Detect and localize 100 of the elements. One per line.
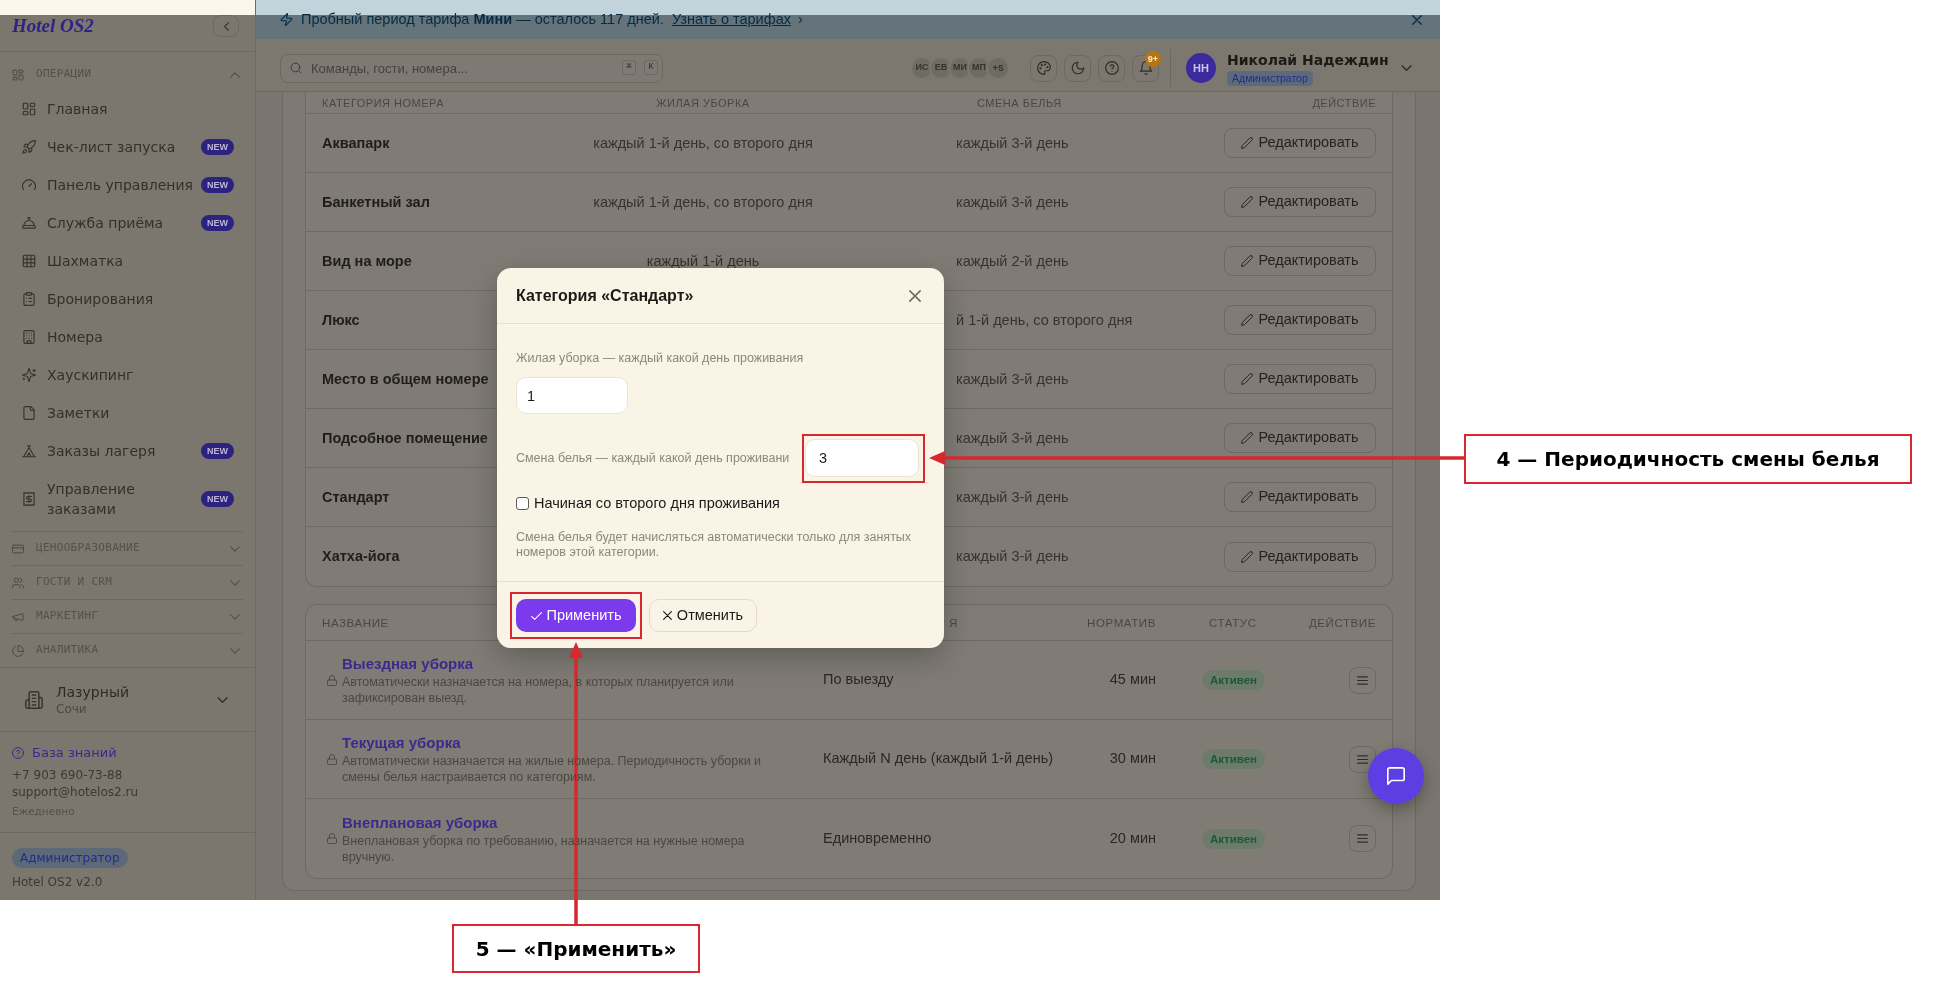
sidebar-item[interactable]: Чек-лист запуска	[22, 137, 195, 157]
table-cell: каждый 1-й день	[646, 253, 760, 269]
close-button[interactable]	[908, 289, 921, 302]
edit-button[interactable]: Редактировать	[1224, 364, 1376, 394]
hotel-building-icon	[25, 690, 43, 709]
support-phone: +7 903 690-73-88	[12, 767, 123, 784]
apply-button[interactable]: Применить	[516, 599, 636, 632]
user-role-badge: Администратор	[1227, 70, 1313, 86]
table-cell: каждый 3-й день	[956, 193, 1069, 211]
callout-label: 4 — Периодичность смены белья	[1464, 434, 1912, 484]
clipboard-icon	[22, 292, 36, 306]
dialog-title: Категория «Стандарт»	[516, 285, 694, 306]
table-cell: каждый 3-й день	[956, 548, 1069, 565]
status-badge: Активен	[1202, 828, 1266, 849]
dashboard-grid-icon	[12, 68, 24, 81]
user-menu-button[interactable]	[1400, 62, 1412, 74]
sidebar-item[interactable]: Главная	[22, 99, 234, 119]
close-icon	[662, 611, 672, 620]
row-menu-button[interactable]	[1349, 825, 1376, 852]
dark-mode-button[interactable]	[1064, 54, 1091, 82]
help-button[interactable]	[1098, 54, 1125, 82]
sidebar-item[interactable]: Шахматка	[22, 251, 234, 271]
table-cell: Вид на море	[322, 252, 412, 270]
knowledge-base-link[interactable]: База знаний	[12, 744, 117, 762]
sidebar-item[interactable]: Бронирования	[22, 289, 234, 309]
cleaning-type-name[interactable]: Внеплановая уборка	[342, 812, 498, 833]
rocket-icon	[22, 140, 36, 154]
notification-badge: 9+	[1145, 50, 1161, 67]
new-badge: NEW	[201, 491, 234, 507]
notifications-button[interactable]: 9+	[1132, 54, 1159, 82]
users-icon	[12, 576, 24, 589]
gauge-icon	[22, 178, 36, 192]
cleaning-type-name[interactable]: Выездная уборка	[342, 654, 474, 674]
sidebar-item[interactable]: Номера	[22, 327, 234, 347]
table-cell: каждый 3-й день	[956, 370, 1069, 388]
sidebar-item[interactable]: Заказы лагеря	[22, 441, 195, 461]
row-menu-button[interactable]	[1349, 666, 1376, 694]
sidebar-item[interactable]: Служба приёма	[22, 213, 195, 233]
field-label: Жилая уборка — каждый какой день проживания	[516, 351, 804, 366]
collapse-sidebar-button[interactable]	[213, 15, 239, 37]
chevron-left-icon	[223, 21, 229, 31]
sidebar-item[interactable]: Панель управления	[22, 175, 195, 195]
pencil-icon	[1241, 314, 1254, 326]
edit-button[interactable]: Редактировать	[1224, 482, 1376, 512]
field-label: Смена белья — каждый какой день проживани	[516, 450, 790, 466]
edit-button[interactable]: Редактировать	[1224, 541, 1376, 572]
table-cell: каждый 3-й день	[956, 429, 1069, 447]
edit-button[interactable]: Редактировать	[1224, 305, 1376, 335]
checkbox-label[interactable]: Начиная со второго дня проживания	[534, 495, 780, 512]
user-name: Николай Надеждин	[1227, 50, 1389, 69]
table-cell: Место в общем номере	[322, 370, 489, 388]
megaphone-icon	[12, 610, 24, 623]
new-badge: NEW	[201, 443, 234, 459]
sidebar-item[interactable]: Управление заказами	[22, 479, 195, 519]
app-logo: Hotel OS2	[12, 15, 94, 37]
grid-table-icon	[22, 254, 36, 268]
table-cell-text: Каждый N день (каждый 1-й день)	[823, 749, 1054, 769]
menu-icon	[1357, 754, 1368, 764]
help-text: Смена белья будет начисляться автоматически только для занятых номеров этой категории.	[516, 530, 913, 560]
service-bell-icon	[22, 216, 36, 230]
edit-button[interactable]: Редактировать	[1224, 246, 1376, 276]
table-cell-text: По выезду	[823, 670, 894, 690]
pencil-icon	[1241, 137, 1254, 149]
table-cell: каждый 3-й день	[956, 488, 1069, 506]
hotel-name: Лазурный	[56, 682, 130, 701]
cancel-button[interactable]: Отменить	[649, 599, 757, 632]
building-icon	[22, 330, 36, 344]
pencil-icon	[1241, 432, 1254, 444]
help-circle-icon	[1104, 61, 1119, 75]
table-cell: Аквапарк	[322, 134, 390, 152]
table-cell-text: 30 мин	[1109, 749, 1156, 769]
number-input[interactable]: 3	[805, 439, 919, 477]
edit-button[interactable]: Редактировать	[1224, 423, 1376, 453]
table-cell-text: 45 мин	[1109, 670, 1156, 690]
pie-chart-icon	[12, 644, 24, 657]
theme-palette-button[interactable]	[1030, 54, 1057, 82]
banner-link-arrow[interactable]: ›	[797, 8, 803, 31]
edit-button[interactable]: Редактировать	[1224, 187, 1376, 217]
table-cell: Стандарт	[322, 488, 390, 506]
cleaning-type-name[interactable]: Текущая уборка	[342, 733, 461, 753]
edit-button[interactable]: Редактировать	[1224, 128, 1376, 158]
pencil-icon	[1241, 491, 1254, 503]
user-avatar[interactable]: НН	[1186, 53, 1216, 83]
banner-link[interactable]: Узнать о тарифах	[671, 8, 791, 31]
sparkles-icon	[22, 368, 36, 382]
sidebar-item[interactable]: Хаускипинг	[22, 365, 234, 385]
document-icon	[22, 406, 36, 420]
close-banner-button[interactable]	[1411, 13, 1423, 26]
table-cell: каждый 1-й день, со второго дня	[593, 194, 813, 210]
more-users-count: +5	[986, 56, 1010, 80]
chevron-down-icon	[217, 696, 228, 703]
menu-icon	[1357, 834, 1368, 843]
number-input[interactable]: 1	[516, 377, 628, 414]
checkbox[interactable]	[516, 497, 529, 510]
table-cell: Люкс	[322, 311, 360, 329]
help-circle-icon	[12, 747, 24, 759]
pencil-icon	[1241, 255, 1254, 267]
menu-icon	[1357, 675, 1368, 685]
table-cell: Хатха-йога	[322, 548, 400, 565]
sidebar-item[interactable]: Заметки	[22, 403, 234, 423]
